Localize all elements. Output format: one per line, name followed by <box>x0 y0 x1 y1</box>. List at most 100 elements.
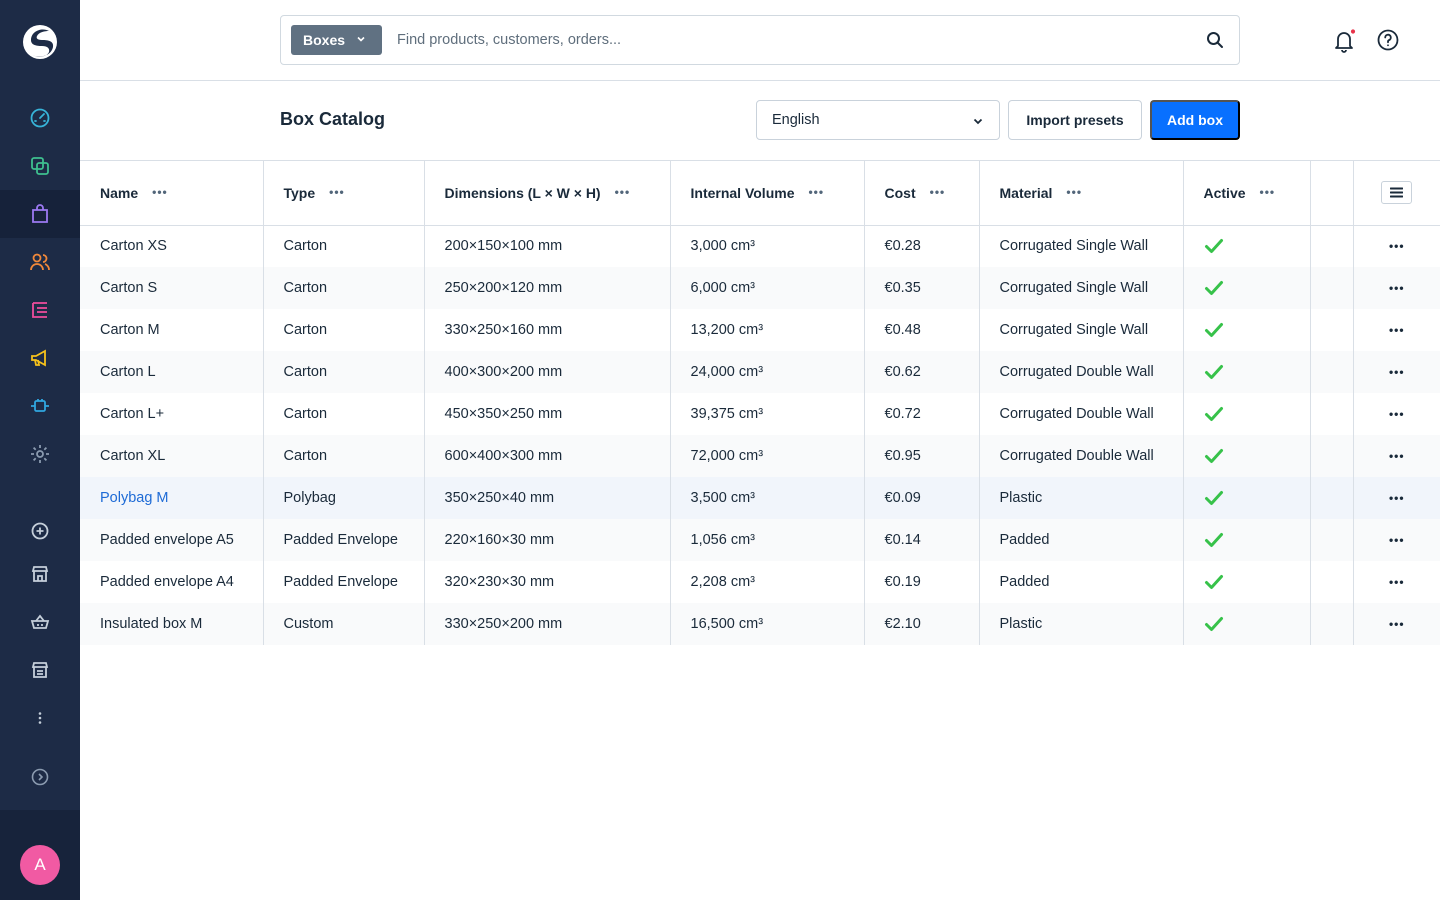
row-actions-button[interactable]: ••• <box>1353 225 1440 267</box>
checkmark-icon <box>1204 281 1223 295</box>
table-header-row: Name ••• Type ••• Dimensions (L × W × H) ••… <box>80 161 1440 226</box>
cell-type: Carton <box>263 435 425 477</box>
column-menu-icon[interactable]: ••• <box>329 185 345 199</box>
sidebar-item-catalogues[interactable] <box>0 142 80 190</box>
table-row[interactable]: Insulated box M Custom 330×250×200 mm 16,50… <box>80 603 1440 645</box>
cell-material: Padded <box>979 519 1184 561</box>
cell-name[interactable]: Carton L+ <box>80 393 264 435</box>
cell-name[interactable]: Carton M <box>80 309 264 351</box>
cell-material: Corrugated Single Wall <box>979 309 1184 351</box>
language-select-value: English <box>772 112 820 128</box>
cell-spacer <box>1310 561 1354 603</box>
row-actions-button[interactable]: ••• <box>1353 477 1440 519</box>
cell-name[interactable]: Carton S <box>80 267 264 309</box>
row-actions-button[interactable]: ••• <box>1353 393 1440 435</box>
avatar[interactable]: A <box>20 845 60 885</box>
more-horizontal-icon: ••• <box>1388 281 1405 295</box>
help-icon[interactable] <box>1376 28 1400 52</box>
cell-name[interactable]: Carton L <box>80 351 264 393</box>
cell-dimensions: 220×160×30 mm <box>424 519 671 561</box>
add-box-button[interactable]: Add box <box>1150 100 1240 140</box>
shopping-bag-icon <box>32 204 48 223</box>
cell-type: Padded Envelope <box>263 519 425 561</box>
sidebar-item-settings[interactable] <box>0 430 80 478</box>
table-row[interactable]: Carton L+ Carton 450×350×250 mm 39,375 cm³ €… <box>80 393 1440 435</box>
more-horizontal-icon: ••• <box>1388 617 1405 631</box>
column-menu-icon[interactable]: ••• <box>808 185 824 199</box>
cell-name[interactable]: Carton XL <box>80 435 264 477</box>
row-actions-button[interactable]: ••• <box>1353 267 1440 309</box>
cell-dimensions: 350×250×40 mm <box>424 477 671 519</box>
list-icon <box>32 302 47 318</box>
column-menu-icon[interactable]: ••• <box>930 185 946 199</box>
row-actions-button[interactable]: ••• <box>1353 351 1440 393</box>
column-menu-icon[interactable]: ••• <box>1260 185 1276 199</box>
sidebar-item-customers[interactable] <box>0 238 80 286</box>
import-presets-button[interactable]: Import presets <box>1008 100 1142 140</box>
cell-spacer <box>1310 603 1354 645</box>
language-select[interactable]: English <box>756 100 1000 140</box>
table-row[interactable]: Carton XL Carton 600×400×300 mm 72,000 cm³ €… <box>80 435 1440 477</box>
column-header-name[interactable]: Name ••• <box>80 161 264 226</box>
column-header-material[interactable]: Material ••• <box>979 161 1184 226</box>
cell-active <box>1183 519 1311 561</box>
column-menu-icon[interactable]: ••• <box>152 185 168 199</box>
sidebar-item-marketing[interactable] <box>0 334 80 382</box>
column-header-active[interactable]: Active ••• <box>1183 161 1311 226</box>
cell-volume: 6,000 cm³ <box>670 267 865 309</box>
cell-name[interactable]: Insulated box M <box>80 603 264 645</box>
hamburger-icon <box>1390 187 1404 198</box>
table-row[interactable]: Carton L Carton 400×300×200 mm 24,000 cm³ €0… <box>80 351 1440 393</box>
sidebar-expand-button[interactable] <box>0 753 80 801</box>
sidebar-item-orders[interactable] <box>0 190 80 238</box>
table-row[interactable]: Carton M Carton 330×250×160 mm 13,200 cm³ €0… <box>80 309 1440 351</box>
search-icon[interactable] <box>1205 30 1225 50</box>
cell-name[interactable]: Carton XS <box>80 225 264 267</box>
cell-name[interactable]: Polybag M <box>80 477 264 519</box>
table-row[interactable]: Polybag M Polybag 350×250×40 mm 3,500 cm³ €0… <box>80 477 1440 519</box>
shopware-logo-icon[interactable] <box>20 22 60 62</box>
cell-cost: €0.09 <box>864 477 980 519</box>
row-actions-button[interactable]: ••• <box>1353 519 1440 561</box>
sidebar-item-basket[interactable] <box>0 598 80 646</box>
row-actions-button[interactable]: ••• <box>1353 561 1440 603</box>
cell-volume: 13,200 cm³ <box>670 309 865 351</box>
table-row[interactable]: Carton S Carton 250×200×120 mm 6,000 cm³ €0.… <box>80 267 1440 309</box>
checkmark-icon <box>1204 575 1223 589</box>
column-menu-icon[interactable]: ••• <box>615 185 631 199</box>
cell-name[interactable]: Padded envelope A4 <box>80 561 264 603</box>
cell-material: Corrugated Single Wall <box>979 267 1184 309</box>
sidebar-item-content[interactable] <box>0 286 80 334</box>
column-header-cost[interactable]: Cost ••• <box>864 161 980 226</box>
more-horizontal-icon: ••• <box>1388 239 1405 254</box>
sidebar-item-dashboard[interactable] <box>0 94 80 142</box>
table-row[interactable]: Padded envelope A5 Padded Envelope 220×160… <box>80 519 1440 561</box>
row-actions-button[interactable]: ••• <box>1353 435 1440 477</box>
row-actions-button[interactable]: ••• <box>1353 309 1440 351</box>
sidebar-item-extensions[interactable] <box>0 382 80 430</box>
cell-cost: €0.28 <box>864 225 980 267</box>
cell-dimensions: 400×300×200 mm <box>424 351 671 393</box>
cell-type: Carton <box>263 309 425 351</box>
checkmark-icon <box>1204 617 1223 631</box>
search-input[interactable] <box>397 28 1177 52</box>
row-actions-button[interactable]: ••• <box>1353 603 1440 645</box>
column-header-volume[interactable]: Internal Volume ••• <box>670 161 865 226</box>
cell-spacer <box>1310 435 1354 477</box>
column-header-dimensions[interactable]: Dimensions (L × W × H) ••• <box>424 161 671 226</box>
table-row[interactable]: Carton XS Carton 200×150×100 mm 3,000 cm³ €0… <box>80 225 1440 267</box>
search-scope-dropdown[interactable]: Boxes <box>291 25 382 55</box>
sidebar-item-add[interactable] <box>0 507 80 555</box>
column-header-type[interactable]: Type ••• <box>263 161 425 226</box>
sidebar-item-storefront[interactable] <box>0 550 80 598</box>
column-settings-button[interactable] <box>1381 181 1413 205</box>
cell-name[interactable]: Padded envelope A5 <box>80 519 264 561</box>
notification-bell-icon[interactable] <box>1332 28 1356 54</box>
sidebar-item-more[interactable] <box>0 694 80 742</box>
cell-cost: €0.35 <box>864 267 980 309</box>
column-menu-icon[interactable]: ••• <box>1066 185 1082 199</box>
shop-icon <box>31 566 49 582</box>
table-row[interactable]: Padded envelope A4 Padded Envelope 320×230… <box>80 561 1440 603</box>
cell-material: Plastic <box>979 603 1184 645</box>
sidebar-item-store[interactable] <box>0 646 80 694</box>
